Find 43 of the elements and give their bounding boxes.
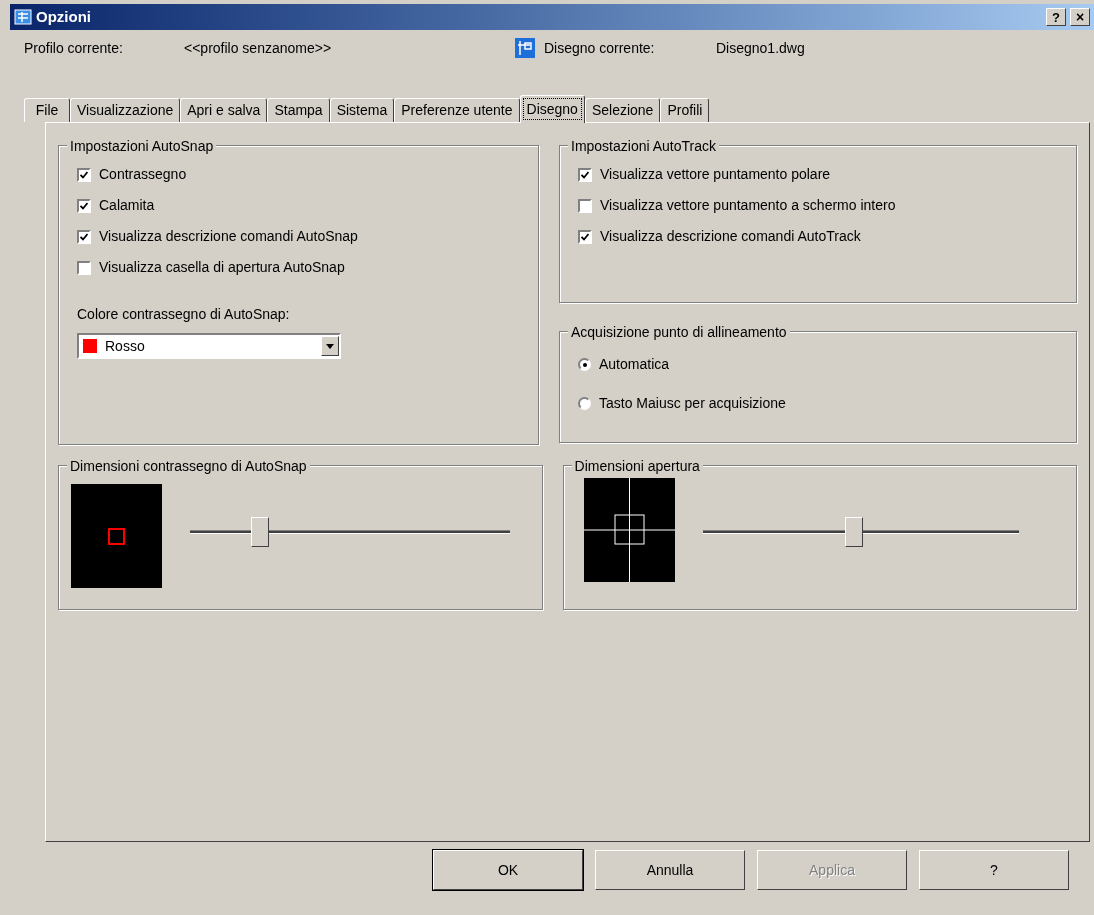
tab[interactable]: Apri e salva: [180, 98, 268, 122]
radio-button[interactable]: [578, 358, 591, 371]
color-dropdown[interactable]: Rosso: [77, 333, 341, 359]
tab[interactable]: Visualizzazione: [70, 98, 181, 122]
checkbox[interactable]: [578, 229, 592, 244]
dialog-button[interactable]: Annulla: [595, 850, 745, 890]
radio-label[interactable]: Tasto Maiusc per acquisizione: [599, 393, 786, 414]
checkbox[interactable]: [77, 260, 91, 275]
checkbox[interactable]: [77, 167, 91, 182]
tab[interactable]: Selezione: [584, 98, 661, 122]
window-title: Opzioni: [36, 6, 91, 27]
tab[interactable]: Preferenze utente: [394, 98, 520, 122]
checkbox-label[interactable]: Visualizza descrizione comandi AutoSnap: [99, 226, 358, 247]
tab[interactable]: Stampa: [267, 98, 330, 122]
radio-button[interactable]: [578, 397, 591, 410]
checkbox[interactable]: [578, 167, 592, 182]
checkbox-label[interactable]: Visualizza descrizione comandi AutoTrack: [600, 226, 861, 247]
checkbox[interactable]: [77, 198, 91, 213]
checkbox-label[interactable]: Visualizza vettore puntamento polare: [600, 164, 831, 185]
checkbox-label[interactable]: Calamita: [99, 195, 155, 216]
tab[interactable]: File: [24, 98, 70, 122]
drawing-label: Disegno corrente:: [544, 38, 656, 58]
color-label: Colore contrassegno di AutoSnap:: [77, 305, 291, 324]
checkbox[interactable]: [578, 198, 592, 213]
profile-value: <<profilo senzanome>>: [184, 38, 333, 58]
checkbox-label[interactable]: Visualizza vettore puntamento a schermo intero: [600, 195, 896, 216]
drawing-value: Disegno1.dwg: [716, 38, 805, 58]
app-icon: [14, 9, 32, 25]
slider-thumb[interactable]: [251, 517, 270, 547]
drawing-icon: [514, 37, 536, 59]
profile-label: Profilo corrente:: [24, 38, 124, 58]
close-button[interactable]: ×: [1070, 8, 1090, 26]
dialog-button[interactable]: ?: [919, 850, 1069, 890]
help-button[interactable]: ?: [1046, 8, 1066, 26]
tab[interactable]: Profili: [660, 98, 710, 122]
slider-thumb[interactable]: [845, 517, 864, 547]
checkbox-label[interactable]: Visualizza casella di apertura AutoSnap: [99, 257, 345, 278]
checkbox-label[interactable]: Contrassegno: [99, 164, 187, 185]
radio-label[interactable]: Automatica: [599, 354, 670, 375]
tab[interactable]: Disegno: [519, 95, 585, 123]
checkbox[interactable]: [77, 229, 91, 244]
dialog-button[interactable]: OK: [433, 850, 583, 890]
tab[interactable]: Sistema: [329, 98, 395, 122]
